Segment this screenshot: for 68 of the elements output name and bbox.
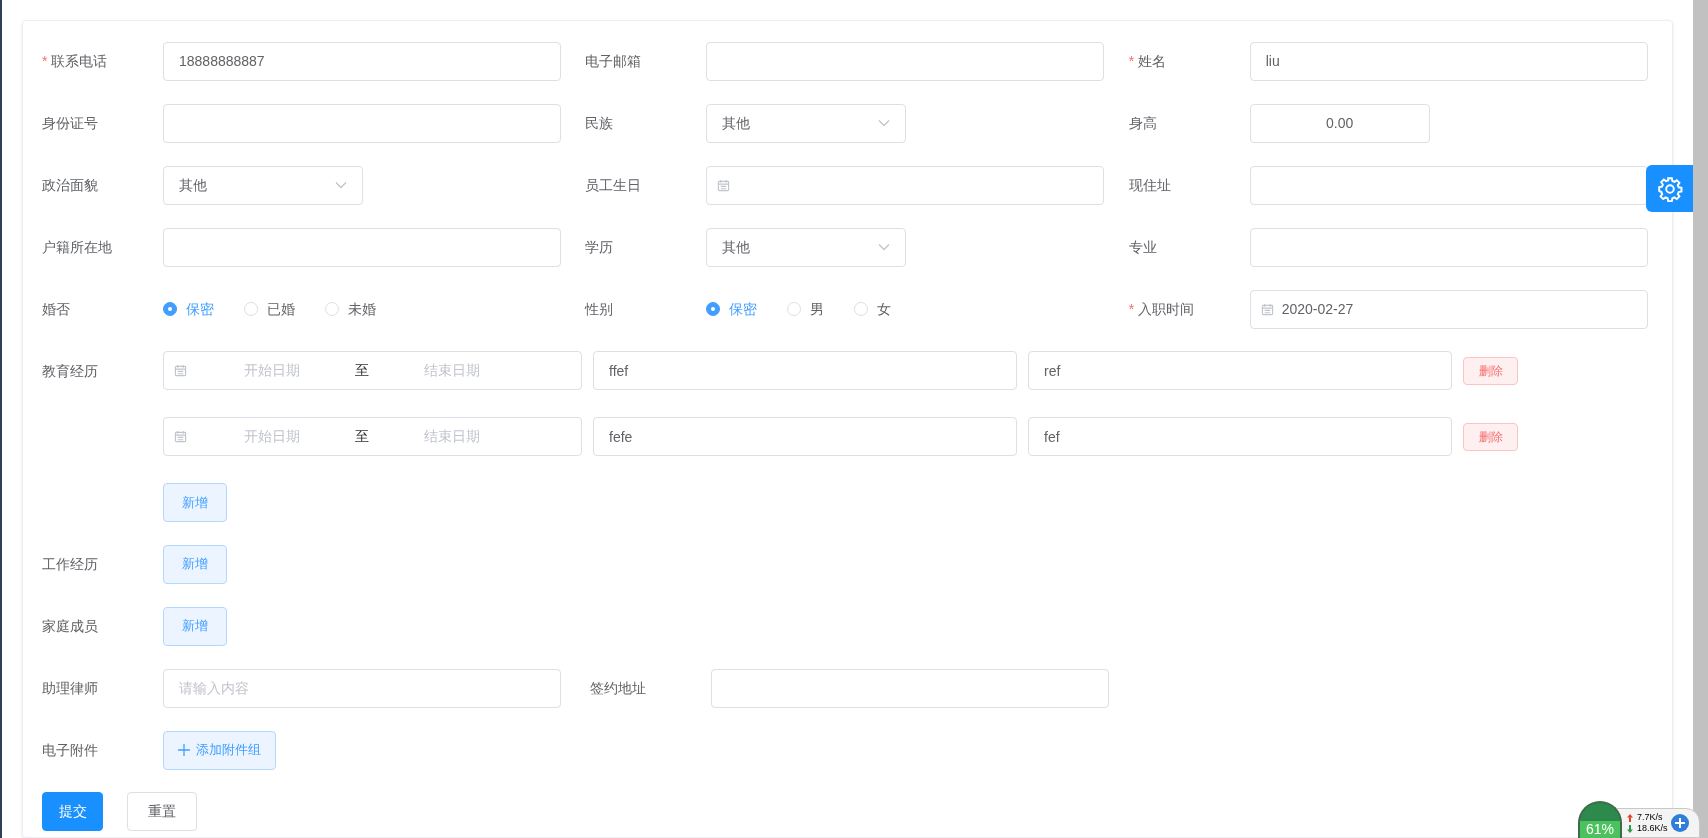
upload-speed: 7.7K/s	[1637, 812, 1663, 823]
field-label: 现住址	[1128, 175, 1171, 195]
calendar-icon	[174, 364, 187, 377]
field-label: 助理律师	[42, 678, 98, 698]
download-speed: 18.6K/s	[1637, 823, 1668, 834]
input-field[interactable]: ref	[1028, 351, 1452, 390]
required-mark: *	[1128, 299, 1135, 319]
input-field[interactable]: 18888888887	[163, 41, 561, 81]
required-mark: *	[42, 51, 48, 71]
field-label: 性别	[585, 299, 614, 319]
field-label: 身份证号	[42, 113, 98, 133]
select-field[interactable]: 其他	[706, 103, 907, 143]
input-field[interactable]: 请输入内容	[163, 668, 561, 708]
calendar-icon	[717, 178, 731, 192]
field-label: 家庭成员	[42, 616, 98, 636]
required-mark: *	[1128, 51, 1135, 71]
date-field[interactable]: 2020-02-27	[1249, 289, 1648, 329]
reset-button[interactable]: 重置	[127, 792, 197, 831]
input-field[interactable]	[1249, 227, 1648, 267]
input-field[interactable]	[711, 668, 1109, 708]
field-label: 姓名	[1138, 51, 1167, 71]
plus-icon	[178, 744, 190, 756]
date-range-field[interactable]: 开始日期 至 结束日期	[163, 351, 582, 390]
field-label: 联系电话	[51, 51, 108, 71]
calendar-icon	[1260, 302, 1274, 316]
field-label: 电子邮箱	[585, 51, 642, 71]
caret-icon	[878, 243, 891, 251]
settings-button[interactable]	[1646, 165, 1693, 212]
field-label: 教育经历	[42, 361, 98, 381]
radio-option[interactable]: 女	[854, 298, 892, 320]
field-label: 民族	[585, 113, 614, 133]
field-label: 身高	[1128, 113, 1157, 133]
input-field[interactable]	[1249, 165, 1648, 205]
field-label: 签约地址	[590, 678, 646, 698]
field-label: 户籍所在地	[42, 237, 112, 257]
field-label: 工作经历	[42, 554, 98, 574]
input-field[interactable]	[163, 227, 561, 267]
calendar-icon	[174, 430, 187, 443]
add-button[interactable]	[1670, 814, 1689, 832]
field-label: 政治面貌	[42, 175, 98, 195]
up-arrow-icon	[1627, 812, 1633, 823]
radio-option[interactable]: 未婚	[325, 298, 376, 320]
date-range-field[interactable]: 开始日期 至 结束日期	[163, 417, 582, 456]
plus-icon	[1674, 818, 1685, 828]
input-field[interactable]: liu	[1249, 41, 1648, 81]
field-label: 员工生日	[585, 175, 642, 195]
down-arrow-icon	[1627, 823, 1633, 834]
input-field[interactable]: ffef	[593, 351, 1017, 390]
radio-option[interactable]: 男	[787, 298, 825, 320]
date-field[interactable]	[706, 165, 1105, 205]
field-label: 电子附件	[42, 740, 98, 760]
select-field[interactable]: 其他	[706, 227, 907, 267]
radio-option[interactable]: 已婚	[244, 298, 295, 320]
input-field[interactable]	[706, 41, 1105, 81]
select-field[interactable]: 其他	[163, 165, 363, 205]
number-field[interactable]: 0.00	[1249, 103, 1430, 143]
settings-icon	[1656, 175, 1683, 202]
memory-gauge: 61%	[1578, 801, 1622, 838]
field-label: 入职时间	[1138, 299, 1195, 319]
scrollbar[interactable]	[1693, 0, 1708, 838]
input-field[interactable]: fefe	[593, 417, 1017, 456]
field-label: 专业	[1128, 237, 1157, 257]
input-field[interactable]	[163, 103, 561, 143]
field-label: 婚否	[42, 299, 70, 319]
caret-icon	[878, 119, 891, 127]
input-field[interactable]: fef	[1028, 417, 1452, 456]
caret-icon	[335, 181, 347, 189]
field-label: 学历	[585, 237, 614, 257]
